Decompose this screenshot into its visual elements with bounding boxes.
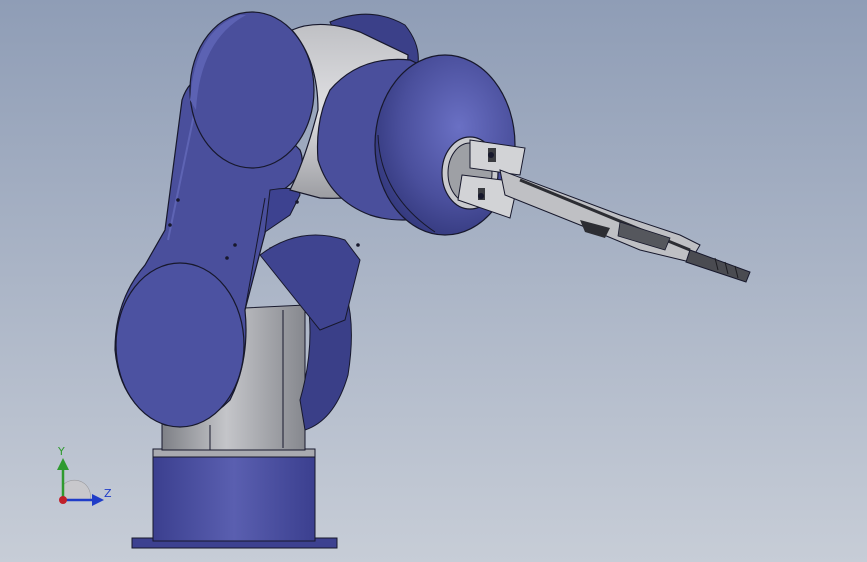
robot-base[interactable] bbox=[131, 448, 338, 549]
y-axis-label: Y bbox=[57, 445, 65, 458]
x-axis-dot-icon bbox=[59, 496, 67, 504]
z-axis-label: Z bbox=[104, 487, 112, 500]
robot-arm-model-view[interactable]: Y Z bbox=[0, 0, 867, 562]
graphics-viewport[interactable]: Y Z bbox=[0, 0, 867, 562]
